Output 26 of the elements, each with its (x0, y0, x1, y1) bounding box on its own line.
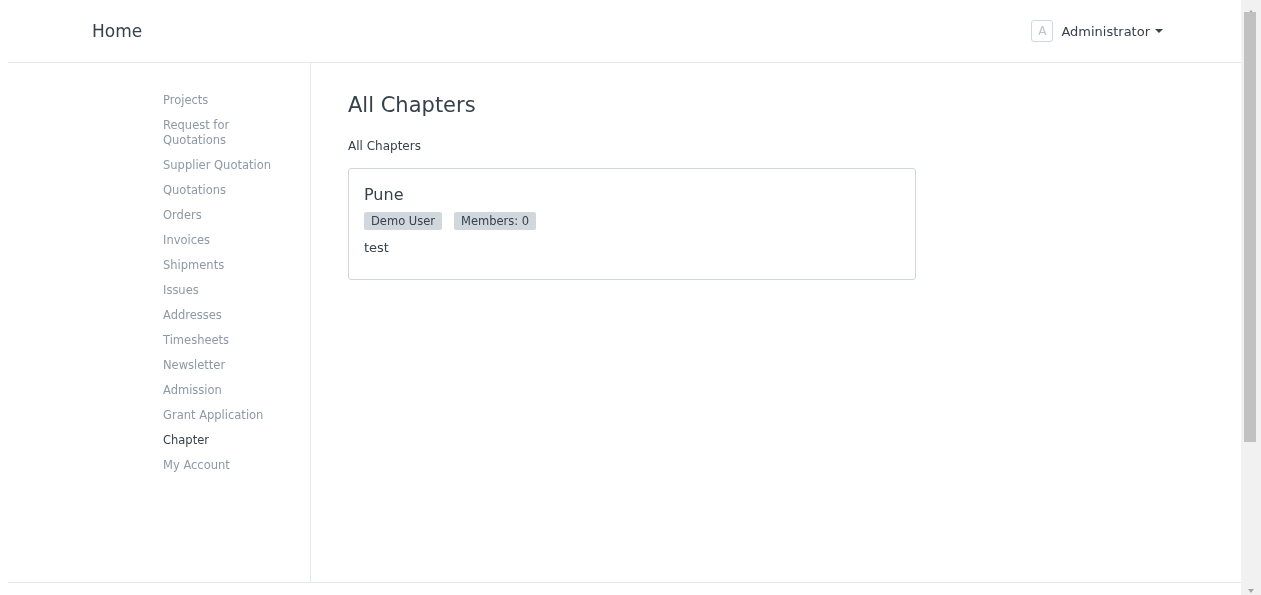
card-text: test (364, 240, 390, 255)
sidebar-item[interactable]: Supplier Quotation (163, 153, 273, 178)
sidebar-item[interactable]: Timesheets (163, 328, 273, 353)
caret-icon (1155, 29, 1163, 33)
sidebar-item[interactable]: Projects (163, 88, 273, 113)
sidebar-item[interactable]: Quotations (163, 178, 273, 203)
home-link[interactable]: Home (92, 21, 143, 41)
scrollbar[interactable] (1241, 0, 1261, 595)
sidebar-item[interactable]: Request for Quotations (163, 113, 273, 153)
sidebar-item[interactable]: My Account (163, 453, 273, 478)
page-subtitle: All Chapters (348, 139, 422, 153)
user-avatar: A (1031, 20, 1054, 42)
card-title: Pune (364, 185, 405, 204)
sidebar-item[interactable]: Newsletter (163, 353, 273, 378)
sidebar-item[interactable]: Addresses (163, 303, 273, 328)
sidebar-item[interactable]: Admission (163, 378, 273, 403)
badge-label: Demo User (364, 212, 443, 230)
sidebar-item[interactable]: Orders (163, 203, 273, 228)
user-menu[interactable]: Administrator (1061, 23, 1163, 39)
badge-label: Members: 0 (454, 212, 537, 230)
sidebar-item[interactable]: Invoices (163, 228, 273, 253)
sidebar-item[interactable]: Chapter (163, 428, 273, 453)
page-title: All Chapters (348, 93, 477, 117)
sidebar-item[interactable]: Shipments (163, 253, 273, 278)
sidebar-item[interactable]: Issues (163, 278, 273, 303)
sidebar-item[interactable]: Grant Application (163, 403, 273, 428)
